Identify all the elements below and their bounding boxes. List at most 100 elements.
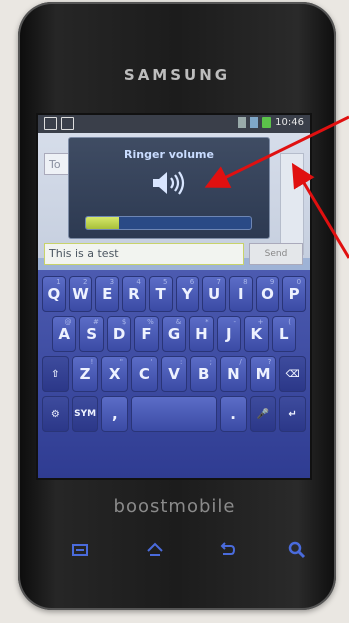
key-label: I bbox=[237, 285, 244, 303]
space-key[interactable] bbox=[131, 396, 217, 432]
key-label: D bbox=[112, 325, 126, 343]
settings-key[interactable]: ⚙ bbox=[42, 396, 69, 432]
signal-icon bbox=[238, 117, 247, 128]
key-label: B bbox=[197, 365, 210, 383]
compose-input[interactable]: This is a test bbox=[44, 243, 244, 265]
key-hint: ; bbox=[209, 358, 213, 366]
volume-slider[interactable] bbox=[85, 216, 252, 230]
key-hint: " bbox=[119, 358, 124, 366]
status-time: 10:46 bbox=[275, 117, 304, 128]
send-button[interactable]: Send bbox=[249, 243, 303, 265]
key-hint: 8 bbox=[243, 278, 248, 286]
key-j[interactable]: -J bbox=[216, 316, 242, 352]
key-hint: 2 bbox=[82, 278, 88, 286]
key-hint: ! bbox=[90, 358, 94, 366]
key-hint: 9 bbox=[269, 278, 275, 286]
key-hint: ( bbox=[288, 318, 291, 326]
volume-level-fill bbox=[86, 217, 119, 229]
key-p[interactable]: 0P bbox=[282, 276, 307, 312]
menu-icon[interactable] bbox=[70, 540, 90, 560]
key-label: U bbox=[207, 285, 221, 303]
sym-key[interactable]: SYM bbox=[71, 396, 99, 432]
period-key[interactable]: . bbox=[219, 396, 247, 432]
carrier-logo: boostmobile bbox=[113, 496, 236, 517]
key-label: Y bbox=[181, 285, 193, 303]
key-label: T bbox=[155, 285, 166, 303]
key-hint: $ bbox=[121, 318, 127, 326]
key-x[interactable]: " X bbox=[101, 356, 129, 392]
key-m[interactable]: ? M bbox=[249, 356, 277, 392]
key-hint: 3 bbox=[109, 278, 115, 286]
key-t[interactable]: 5T bbox=[148, 276, 173, 312]
key-f[interactable]: % F bbox=[134, 316, 159, 352]
key-l[interactable]: (L bbox=[271, 316, 296, 352]
keyboard-row-4: ⚙ SYM , . 🎤 ↵ bbox=[42, 396, 306, 432]
ringer-volume-dialog: Ringer volume bbox=[68, 137, 270, 239]
key-e[interactable]: 3E bbox=[95, 276, 120, 312]
key-q[interactable]: 1Q bbox=[42, 276, 66, 312]
home-icon[interactable] bbox=[145, 540, 165, 560]
soft-keyboard: 1Q2W3E4R5T6Y7U8I9O0P @ A # S $ D% F & G * H - J + K(L … bbox=[38, 270, 310, 478]
key-hint: - bbox=[233, 318, 237, 326]
key-label: J bbox=[226, 325, 232, 343]
shift-key[interactable]: ⇧ bbox=[42, 356, 69, 392]
key-label: L bbox=[278, 325, 289, 343]
key-hint: ? bbox=[267, 358, 272, 366]
key-hint: * bbox=[205, 318, 209, 326]
key-a[interactable]: @ A bbox=[52, 316, 77, 352]
phone-screen: 10:46 To This is a test Send Ringer volu… bbox=[38, 115, 310, 478]
mic-key[interactable]: 🎤 bbox=[249, 396, 277, 432]
key-label: H bbox=[195, 325, 208, 343]
key-b[interactable]: ; B bbox=[190, 356, 218, 392]
backspace-key[interactable]: ⌫ bbox=[279, 356, 307, 392]
enter-key[interactable]: ↵ bbox=[279, 396, 306, 432]
key-label: A bbox=[58, 325, 71, 343]
key-label: V bbox=[168, 365, 180, 383]
comma-key[interactable]: , bbox=[101, 396, 129, 432]
email-icon bbox=[61, 117, 74, 130]
key-o[interactable]: 9O bbox=[255, 276, 280, 312]
key-label: N bbox=[227, 365, 240, 383]
key-hint: / bbox=[239, 358, 242, 366]
key-g[interactable]: & G bbox=[161, 316, 187, 352]
attachment-panel[interactable] bbox=[280, 153, 304, 255]
key-y[interactable]: 6Y bbox=[175, 276, 200, 312]
keyboard-row-1: 1Q2W3E4R5T6Y7U8I9O0P bbox=[42, 276, 307, 312]
key-n[interactable]: / N bbox=[220, 356, 247, 392]
key-label: S bbox=[86, 325, 98, 343]
key-k[interactable]: + K bbox=[244, 316, 269, 352]
key-hint: 0 bbox=[296, 278, 302, 286]
key-hint: 5 bbox=[163, 278, 168, 286]
key-hint: 7 bbox=[216, 278, 221, 286]
notification-icon bbox=[44, 117, 57, 130]
key-hint: # bbox=[93, 318, 99, 326]
search-icon[interactable] bbox=[287, 540, 307, 560]
key-c[interactable]: ' C bbox=[131, 356, 158, 392]
key-hint: @ bbox=[64, 318, 72, 326]
key-r[interactable]: 4R bbox=[122, 276, 146, 312]
key-hint: % bbox=[147, 318, 154, 326]
key-hint: 6 bbox=[189, 278, 195, 286]
key-label: Q bbox=[47, 285, 61, 303]
key-hint: & bbox=[175, 318, 182, 326]
hardware-nav-bar bbox=[0, 540, 349, 560]
back-icon[interactable] bbox=[217, 540, 237, 560]
key-label: C bbox=[138, 365, 150, 383]
key-v[interactable]: :V bbox=[160, 356, 188, 392]
key-label: M bbox=[255, 365, 271, 383]
key-label: K bbox=[250, 325, 263, 343]
key-z[interactable]: ! Z bbox=[71, 356, 99, 392]
key-h[interactable]: * H bbox=[189, 316, 214, 352]
battery-icon bbox=[262, 117, 272, 128]
key-i[interactable]: 8I bbox=[228, 276, 253, 312]
key-d[interactable]: $ D bbox=[106, 316, 132, 352]
speaker-icon bbox=[153, 171, 185, 195]
key-hint: + bbox=[257, 318, 264, 326]
key-label: Z bbox=[79, 365, 91, 383]
brand-logo: SAMSUNG bbox=[123, 66, 231, 84]
status-bar: 10:46 bbox=[38, 115, 310, 133]
key-s[interactable]: # S bbox=[79, 316, 104, 352]
key-label: R bbox=[128, 285, 140, 303]
key-w[interactable]: 2W bbox=[68, 276, 93, 312]
key-u[interactable]: 7U bbox=[202, 276, 226, 312]
